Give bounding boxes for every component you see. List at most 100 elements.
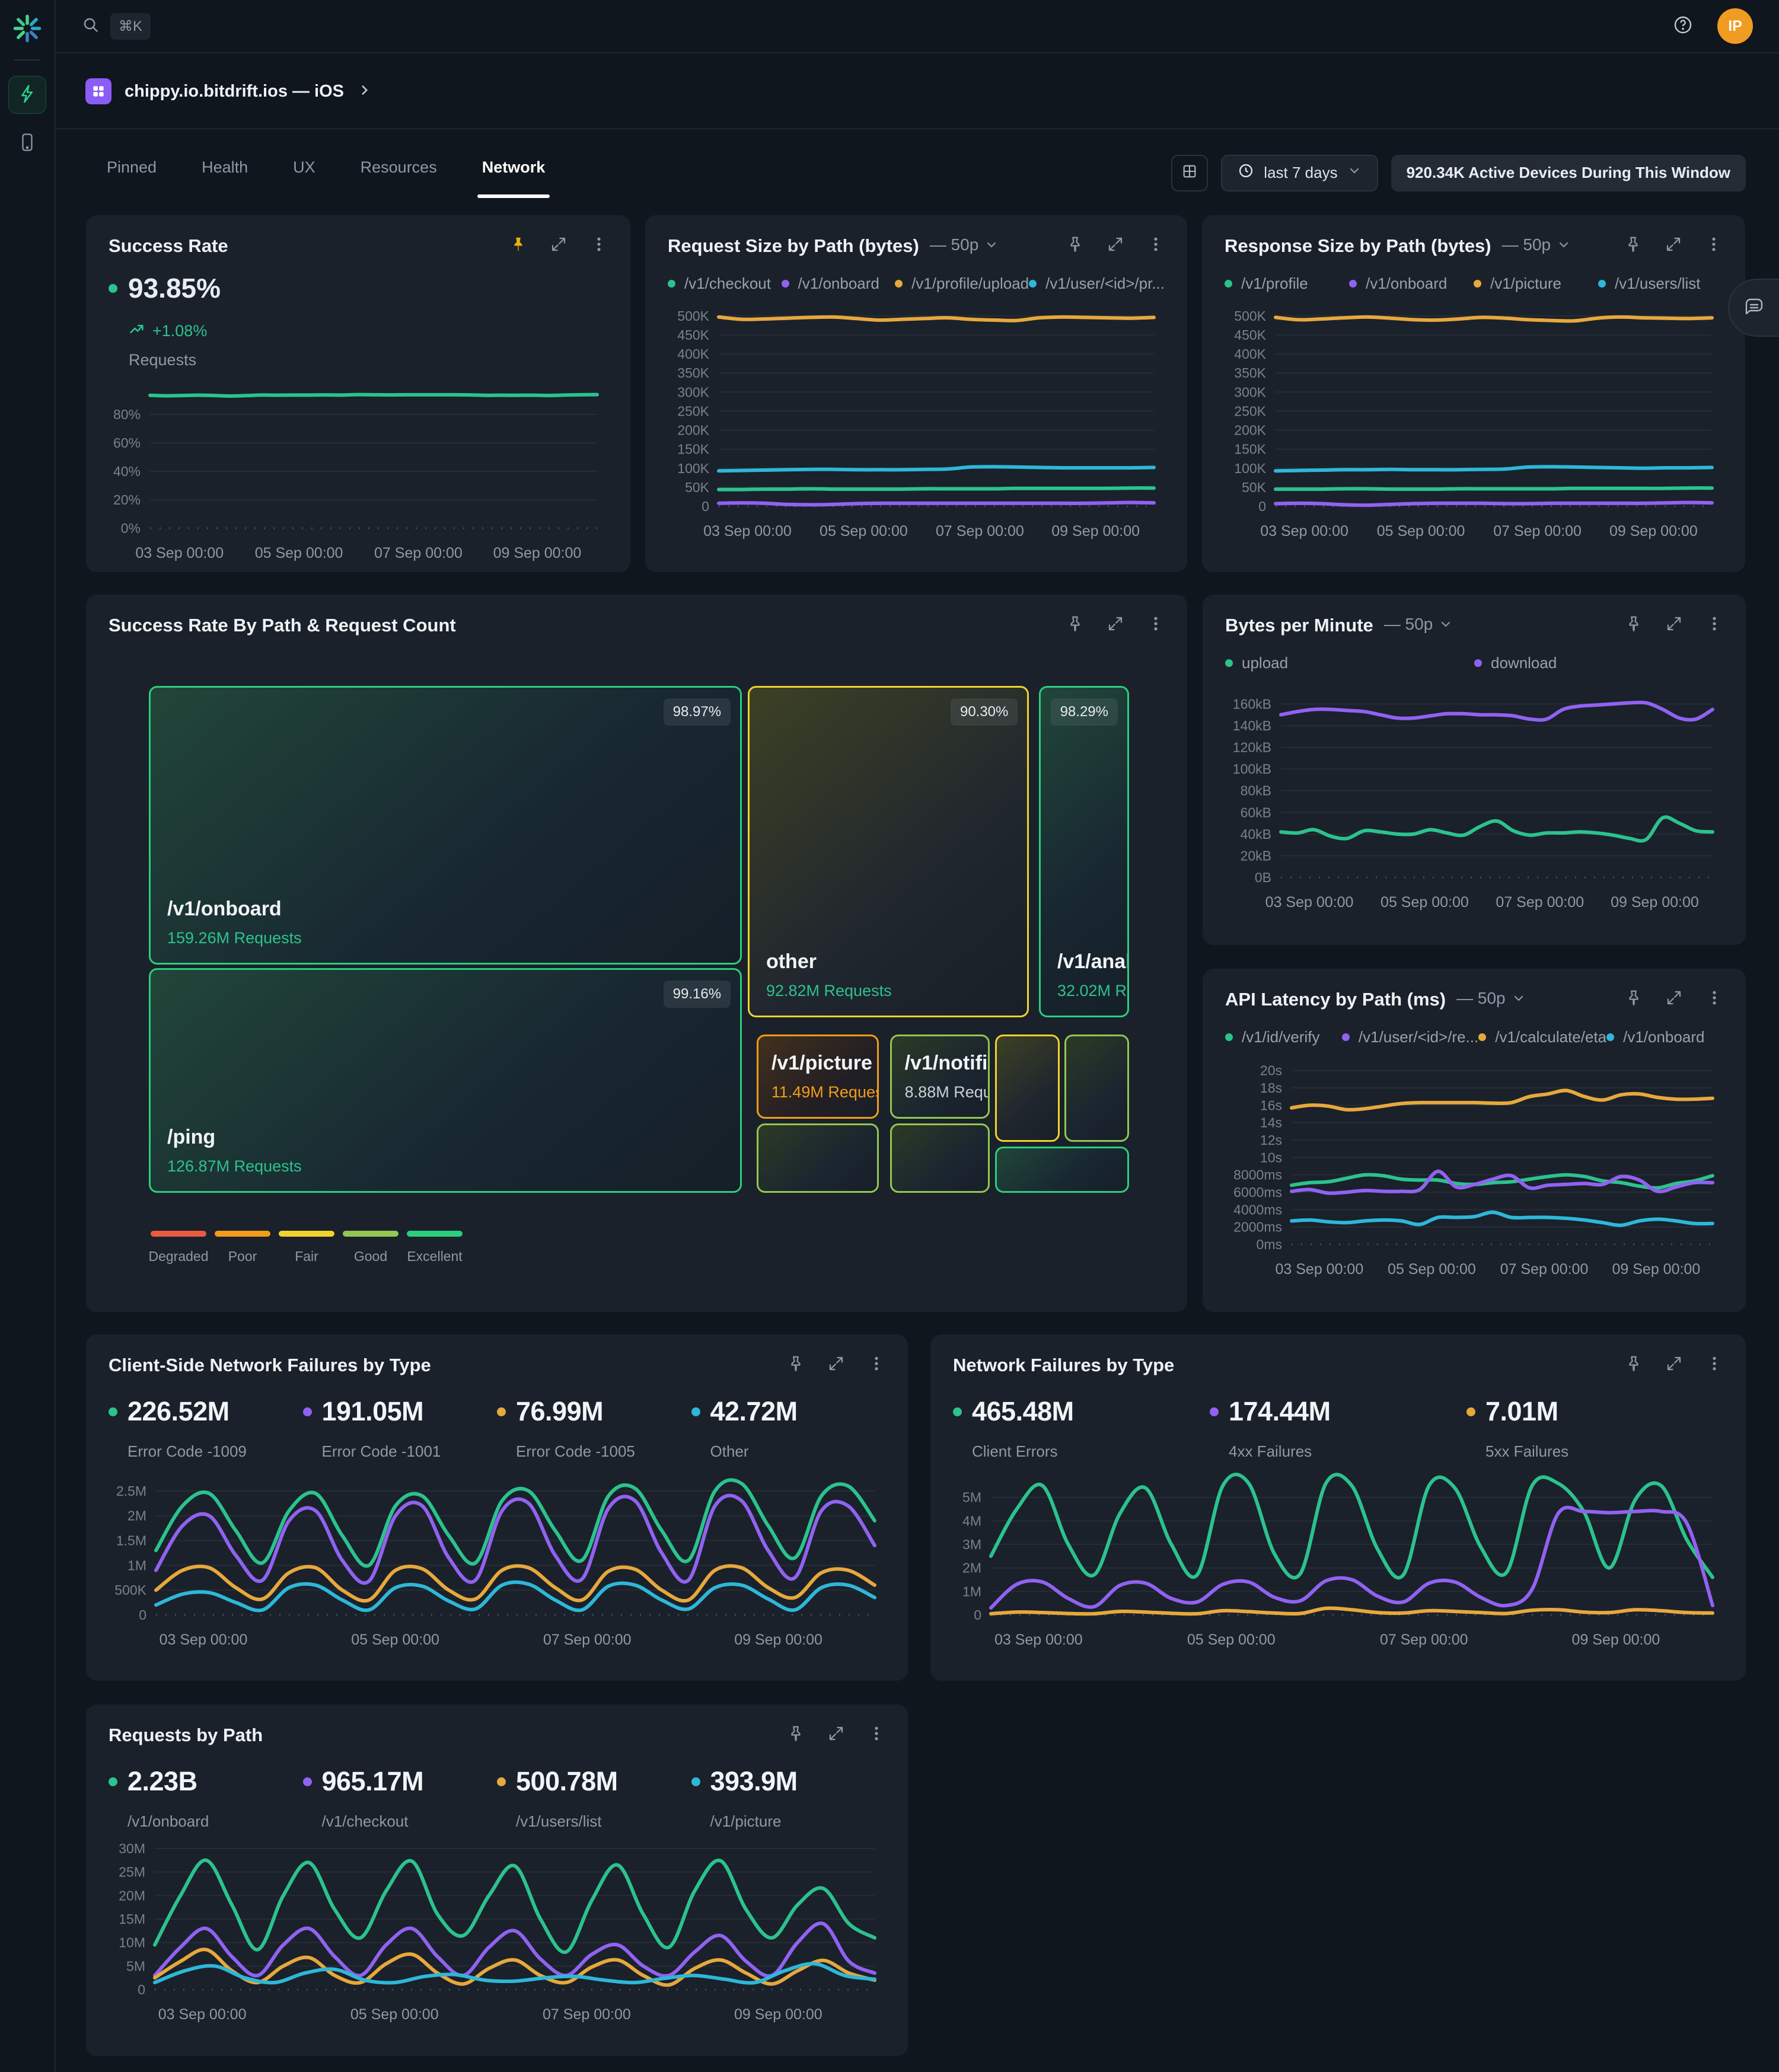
expand-icon[interactable]: [1107, 615, 1124, 633]
help-icon[interactable]: [1672, 14, 1694, 39]
success-rate-value: 93.85%: [128, 272, 221, 304]
legend-item[interactable]: /v1/picture: [1474, 274, 1598, 293]
search-input[interactable]: ⌘K: [82, 13, 151, 40]
percentile-select[interactable]: — 50p: [1384, 615, 1453, 634]
legend-item[interactable]: /v1/user/<id>/pr...: [1029, 274, 1165, 293]
chevron-right-icon[interactable]: [357, 82, 372, 101]
stat-checkout: 965.17M /v1/checkout: [303, 1766, 498, 1831]
svg-text:450K: 450K: [1234, 327, 1266, 343]
card-title: Requests by Path: [109, 1725, 263, 1746]
svg-text:400K: 400K: [1234, 346, 1266, 362]
percentile-select[interactable]: — 50p: [930, 235, 999, 254]
treemap-cell--v1-onboard[interactable]: 98.97%/v1/onboard159.26M Requests: [149, 686, 742, 965]
network-failures-chart[interactable]: 5M4M3M2M1M003 Sep 00:0005 Sep 00:0007 Se…: [953, 1470, 1723, 1653]
percentile-select[interactable]: — 50p: [1502, 235, 1571, 254]
svg-text:07 Sep 00:00: 07 Sep 00:00: [1496, 894, 1584, 911]
expand-icon[interactable]: [1107, 235, 1124, 253]
svg-text:05 Sep 00:00: 05 Sep 00:00: [351, 1632, 439, 1648]
treemap-cell--v1-notifi-[interactable]: /v1/notifi...8.88M Requ...: [890, 1035, 990, 1119]
kebab-menu-icon[interactable]: [1147, 615, 1165, 633]
api-latency-chart[interactable]: 20s18s16s14s12s10s8000ms6000ms4000ms2000…: [1225, 1053, 1723, 1282]
expand-icon[interactable]: [827, 1725, 845, 1742]
treemap-cell--v1-picture[interactable]: /v1/picture11.49M Requests: [757, 1035, 879, 1119]
treemap-cell[interactable]: [995, 1035, 1060, 1142]
legend-item[interactable]: /v1/checkout: [668, 274, 782, 293]
kebab-menu-icon[interactable]: [1147, 235, 1165, 253]
bytes-per-minute-chart[interactable]: 160kB140kB120kB100kB80kB60kB40kB20kB0B03…: [1225, 679, 1723, 915]
kebab-menu-icon[interactable]: [868, 1355, 885, 1372]
kebab-menu-icon[interactable]: [1705, 235, 1723, 253]
legend-item[interactable]: upload: [1225, 654, 1474, 672]
breadcrumb-app-name[interactable]: chippy.io.bitdrift.ios — iOS: [125, 82, 344, 101]
svg-text:09 Sep 00:00: 09 Sep 00:00: [1051, 523, 1140, 539]
tab-pinned[interactable]: Pinned: [107, 142, 157, 204]
card-title: Success Rate: [109, 235, 228, 257]
card-title: Client-Side Network Failures by Type: [109, 1355, 431, 1376]
request-size-chart[interactable]: 500K450K400K350K300K250K200K150K100K50K0…: [668, 300, 1165, 544]
pin-icon[interactable]: [1066, 615, 1084, 633]
kebab-menu-icon[interactable]: [1705, 989, 1723, 1007]
sidebar: [0, 0, 56, 2072]
tab-health[interactable]: Health: [202, 142, 248, 204]
legend-item[interactable]: /v1/profile/upload: [895, 274, 1029, 293]
kebab-menu-icon[interactable]: [1705, 615, 1723, 633]
tab-resources[interactable]: Resources: [361, 142, 437, 204]
sidebar-item-realtime[interactable]: [8, 76, 46, 114]
svg-text:40%: 40%: [113, 464, 141, 479]
tab-network[interactable]: Network: [482, 142, 546, 204]
pin-icon[interactable]: [787, 1355, 805, 1372]
treemap-cell[interactable]: [1064, 1035, 1129, 1142]
card-api-latency: API Latency by Path (ms) — 50p /v1/id/ve…: [1203, 969, 1746, 1312]
pin-icon[interactable]: [1625, 989, 1643, 1007]
treemap-cell--v1-anal-[interactable]: 98.29%/v1/anal...32.02M Re...: [1039, 686, 1129, 1017]
legend-item[interactable]: /v1/onboard: [1606, 1028, 1723, 1046]
expand-icon[interactable]: [1665, 989, 1683, 1007]
expand-icon[interactable]: [550, 235, 568, 253]
pin-icon[interactable]: [1066, 235, 1084, 253]
treemap-cell[interactable]: [995, 1147, 1129, 1193]
expand-icon[interactable]: [1665, 1355, 1683, 1372]
kebab-menu-icon[interactable]: [590, 235, 608, 253]
stat-5xx-failures: 7.01M 5xx Failures: [1466, 1396, 1723, 1461]
treemap-cell--ping[interactable]: 99.16%/ping126.87M Requests: [149, 968, 742, 1193]
pin-icon[interactable]: [509, 235, 527, 253]
treemap-cell[interactable]: [890, 1123, 990, 1193]
svg-text:09 Sep 00:00: 09 Sep 00:00: [1611, 894, 1699, 911]
legend-item[interactable]: /v1/onboard: [1349, 274, 1474, 293]
pin-icon[interactable]: [1625, 615, 1643, 633]
kebab-menu-icon[interactable]: [1705, 1355, 1723, 1372]
expand-icon[interactable]: [827, 1355, 845, 1372]
success-rate-chart[interactable]: 80%60%40%20%0%03 Sep 00:0005 Sep 00:0007…: [109, 378, 608, 566]
legend-item[interactable]: /v1/users/list: [1598, 274, 1723, 293]
requests-by-path-chart[interactable]: 30M25M20M15M10M5M003 Sep 00:0005 Sep 00:…: [109, 1840, 885, 2028]
pin-icon[interactable]: [787, 1725, 805, 1742]
sidebar-item-devices[interactable]: [8, 124, 46, 162]
svg-text:07 Sep 00:00: 07 Sep 00:00: [374, 545, 463, 561]
expand-icon[interactable]: [1665, 615, 1683, 633]
svg-text:50K: 50K: [1242, 480, 1267, 495]
avatar[interactable]: IP: [1717, 8, 1753, 44]
pin-icon[interactable]: [1625, 1355, 1643, 1372]
stat-client-errors: 465.48M Client Errors: [953, 1396, 1210, 1461]
svg-text:05 Sep 00:00: 05 Sep 00:00: [255, 545, 343, 561]
tab-ux[interactable]: UX: [293, 142, 315, 204]
legend-item[interactable]: /v1/profile: [1225, 274, 1349, 293]
card-requests-by-path: Requests by Path 2.23B /v1/onboard 965.1…: [86, 1704, 908, 2056]
time-range-select[interactable]: last 7 days: [1221, 155, 1378, 191]
percentile-select[interactable]: — 50p: [1456, 989, 1526, 1008]
legend-item[interactable]: download: [1474, 654, 1723, 672]
kebab-menu-icon[interactable]: [868, 1725, 885, 1742]
layout-grid-button[interactable]: [1171, 155, 1208, 191]
treemap-cell-other[interactable]: 90.30%other92.82M Requests: [748, 686, 1029, 1017]
legend-item[interactable]: /v1/onboard: [782, 274, 895, 293]
svg-text:03 Sep 00:00: 03 Sep 00:00: [158, 2006, 247, 2023]
stat-picture: 393.9M /v1/picture: [691, 1766, 886, 1831]
pin-icon[interactable]: [1624, 235, 1642, 253]
expand-icon[interactable]: [1665, 235, 1682, 253]
client-failures-chart[interactable]: 2.5M2M1.5M1M500K003 Sep 00:0005 Sep 00:0…: [109, 1470, 885, 1653]
response-size-chart[interactable]: 500K450K400K350K300K250K200K150K100K50K0…: [1225, 300, 1723, 544]
legend-item[interactable]: /v1/id/verify: [1225, 1028, 1342, 1046]
treemap-cell[interactable]: [757, 1123, 879, 1193]
legend-item[interactable]: /v1/user/<id>/re...: [1342, 1028, 1478, 1046]
legend-item[interactable]: /v1/calculate/eta: [1478, 1028, 1606, 1046]
